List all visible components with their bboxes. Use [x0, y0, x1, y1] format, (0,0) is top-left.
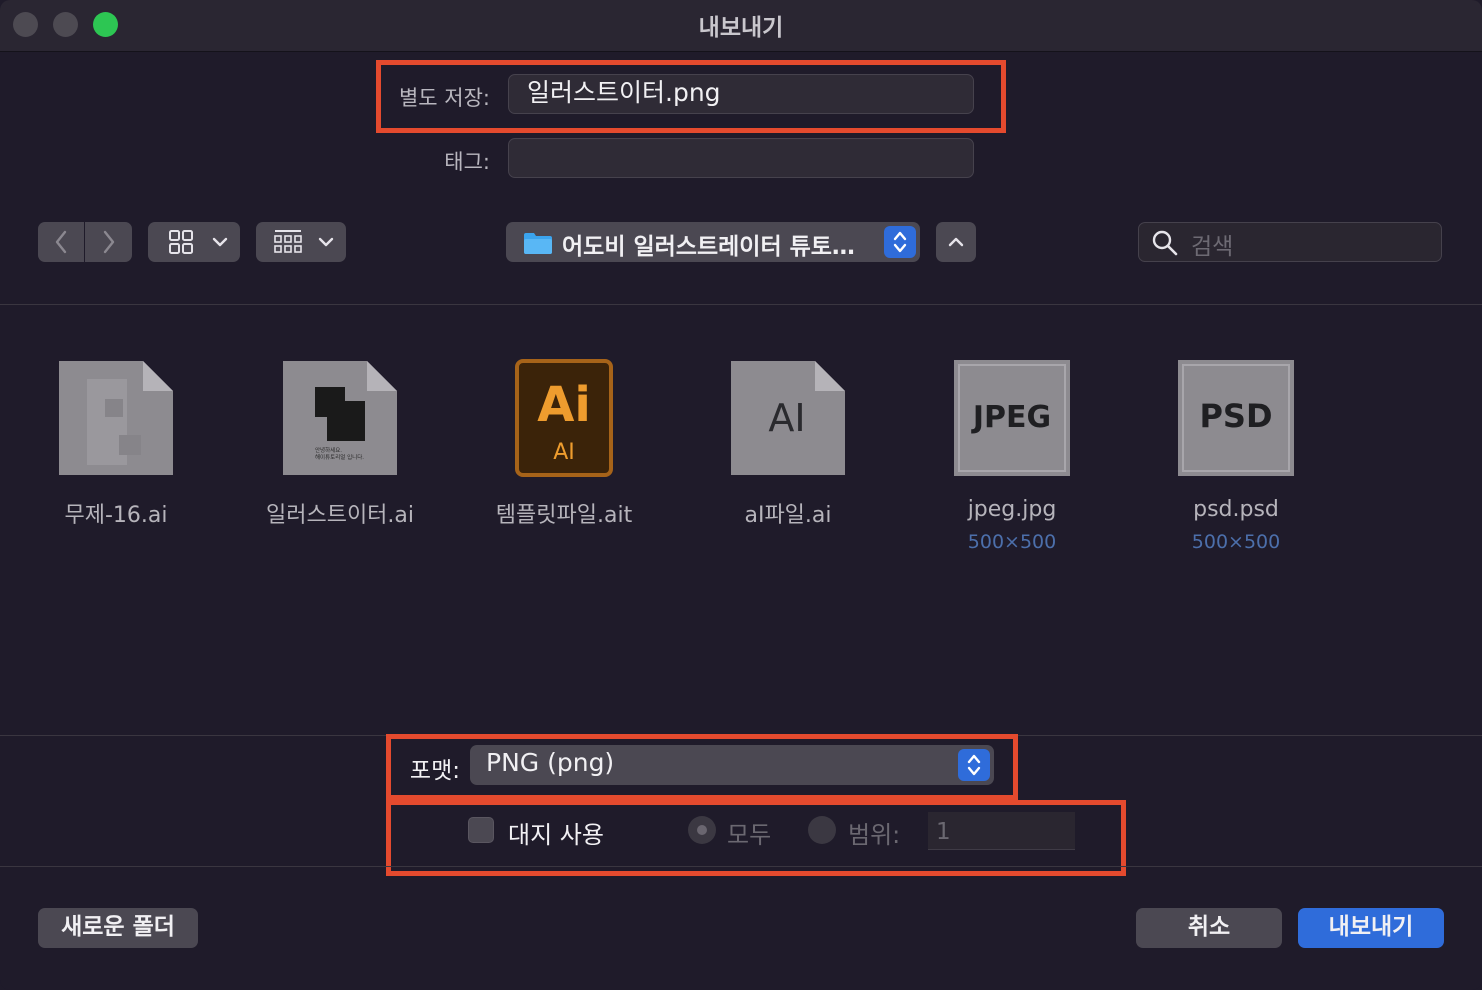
icon-view-icon — [169, 230, 193, 254]
ai-badge-subtext: AI — [553, 440, 575, 465]
highlight-artboards — [386, 800, 1126, 876]
illustrator-template-icon: Ai AI — [515, 359, 613, 477]
folder-icon — [524, 233, 552, 254]
psd-icon: PSD — [1178, 360, 1294, 476]
jpeg-icon: JPEG — [954, 360, 1070, 476]
back-button[interactable] — [38, 222, 84, 262]
new-folder-button[interactable]: 새로운 폴더 — [38, 908, 198, 948]
location-label: 어도비 일러스트레이터 튜토… — [562, 234, 855, 260]
file-item[interactable]: JPEG jpeg.jpg 500×500 — [922, 359, 1102, 559]
export-dialog: 내보내기 별도 저장: 일러스트이터.png 태그: 어도비 일러스트레이터 튜… — [0, 0, 1482, 990]
file-item[interactable]: Ai AI 템플릿파일.ait — [474, 359, 654, 559]
up-down-chevron-icon — [893, 231, 907, 253]
highlight-format — [386, 734, 1018, 800]
file-name: 일러스트이터.ai — [265, 503, 415, 528]
file-name: psd.psd — [1193, 497, 1279, 522]
highlight-save-as — [376, 60, 1006, 133]
search-placeholder: 검색 — [1191, 234, 1234, 260]
chevron-up-icon — [948, 237, 964, 247]
location-popup[interactable]: 어도비 일러스트레이터 튜토… — [506, 222, 920, 262]
ai-generic-icon: AI — [731, 361, 845, 475]
group-by-button[interactable] — [256, 222, 346, 262]
file-dimensions: 500×500 — [1191, 531, 1281, 553]
psd-badge-text: PSD — [1199, 397, 1272, 435]
options-divider — [0, 866, 1482, 867]
forward-button[interactable] — [85, 222, 132, 262]
location-stepper[interactable] — [884, 226, 916, 258]
chevron-left-icon — [55, 230, 67, 254]
file-name: jpeg.jpg — [967, 497, 1057, 522]
titlebar: 내보내기 — [0, 0, 1482, 52]
preview-text: 해이튜토리얼 입니다. — [315, 453, 364, 461]
tags-label: 태그: — [444, 150, 490, 174]
collapse-button[interactable] — [936, 222, 976, 262]
search-icon — [1152, 230, 1178, 256]
file-item[interactable]: AI aI파일.ai — [698, 359, 878, 559]
export-button[interactable]: 내보내기 — [1298, 908, 1444, 948]
ai-badge-text: AI — [768, 396, 805, 440]
chevron-down-icon — [212, 237, 228, 247]
file-name: aI파일.ai — [744, 503, 832, 528]
view-mode-button[interactable] — [148, 222, 240, 262]
file-name: 템플릿파일.ait — [495, 503, 633, 528]
chevron-down-icon — [318, 237, 334, 247]
ai-badge-text: Ai — [537, 377, 591, 433]
search-field[interactable]: 검색 — [1138, 222, 1442, 262]
tags-field[interactable] — [508, 138, 974, 178]
file-item[interactable]: 무제-16.ai — [26, 359, 206, 559]
file-dimensions: 500×500 — [967, 531, 1057, 553]
jpeg-badge-text: JPEG — [971, 400, 1051, 435]
file-item[interactable]: PSD psd.psd 500×500 — [1146, 359, 1326, 559]
ai-document-preview-icon: 안녕하세요. 해이튜토리얼 입니다. — [283, 361, 397, 475]
file-item[interactable]: 안녕하세요. 해이튜토리얼 입니다. 일러스트이터.ai — [250, 359, 430, 559]
file-name: 무제-16.ai — [64, 503, 168, 528]
window-title: 내보내기 — [698, 15, 784, 41]
chevron-right-icon — [103, 230, 115, 254]
group-grid-icon — [274, 230, 302, 253]
preview-text: 안녕하세요. — [315, 446, 342, 454]
file-browser: 무제-16.ai 안녕하세요. 해이튜토리얼 입니다. 일러스트이터.ai Ai… — [0, 305, 1482, 735]
ai-document-icon — [59, 361, 173, 475]
back-forward-control — [38, 222, 132, 262]
cancel-button[interactable]: 취소 — [1136, 908, 1282, 948]
